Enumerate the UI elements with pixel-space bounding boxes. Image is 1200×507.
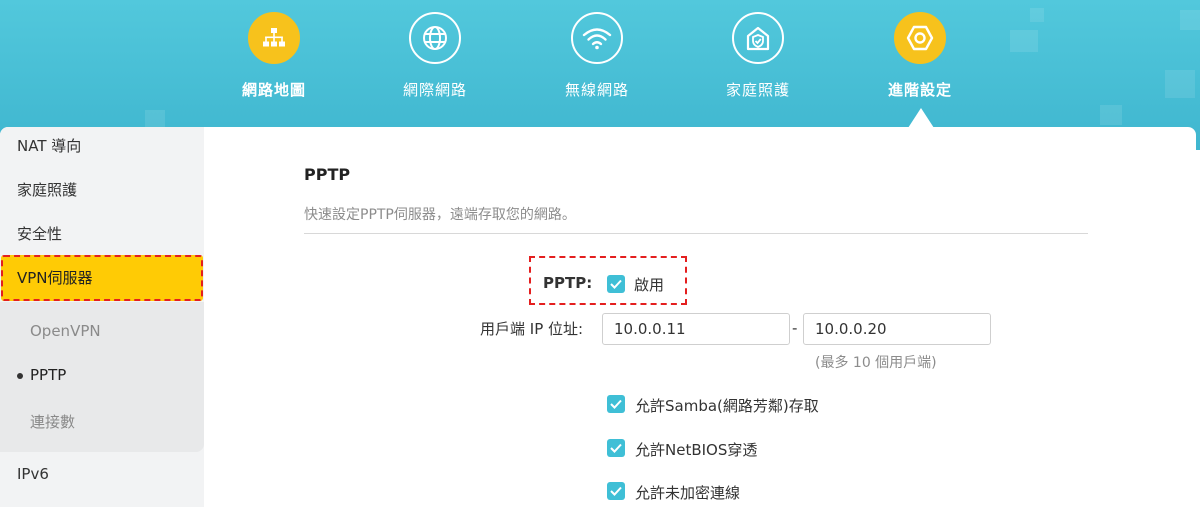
globe-icon: [409, 12, 461, 64]
sidebar-subitem-pptp[interactable]: PPTP: [30, 366, 66, 384]
home-shield-icon: [732, 12, 784, 64]
vpn-submenu: OpenVPN PPTP 連接數: [0, 302, 204, 452]
nav-label: 網際網路: [402, 81, 467, 99]
nav-item-network-map[interactable]: 網路地圖: [214, 12, 334, 102]
sidebar: NAT 導向 家庭照護 安全性 OpenVPN PPTP 連接數 VPN伺服器 …: [0, 127, 204, 507]
ip-range-separator: -: [792, 319, 798, 337]
unencrypted-checkbox[interactable]: [607, 482, 625, 500]
sidebar-item-homecare[interactable]: 家庭照護: [17, 179, 77, 200]
wifi-icon: [571, 12, 623, 64]
main-panel: NAT 導向 家庭照護 安全性 OpenVPN PPTP 連接數 VPN伺服器 …: [0, 127, 1196, 507]
nav-item-advanced[interactable]: 進階設定: [860, 12, 980, 102]
client-ip-label: 用戶端 IP 位址:: [480, 320, 584, 338]
active-nav-pointer: [908, 108, 934, 128]
nav-label: 進階設定: [887, 81, 952, 99]
enable-label: 啟用: [634, 276, 665, 294]
pptp-content: PPTP 快速設定PPTP伺服器，遠端存取您的網路。 PPTP: 啟用 用戶端 …: [204, 127, 1196, 507]
nav-label: 無線網路: [564, 81, 629, 99]
ip-hint: (最多 10 個用戶端): [815, 355, 937, 371]
nav-item-internet[interactable]: 網際網路: [375, 12, 495, 102]
nav-item-wireless[interactable]: 無線網路: [537, 12, 657, 102]
page-title: PPTP: [304, 165, 351, 184]
nav-item-homecare[interactable]: 家庭照護: [698, 12, 818, 102]
divider: [304, 233, 1088, 234]
netbios-checkbox[interactable]: [607, 439, 625, 457]
check-icon: [610, 279, 622, 289]
sidebar-item-ipv6[interactable]: IPv6: [17, 465, 49, 483]
ip-start-input[interactable]: [602, 313, 790, 345]
pptp-label: PPTP:: [543, 274, 593, 292]
ip-end-input[interactable]: [803, 313, 991, 345]
check-icon: [610, 486, 622, 496]
unencrypted-label: 允許未加密連線: [635, 484, 741, 502]
settings-gear-icon: [894, 12, 946, 64]
sidebar-item-security[interactable]: 安全性: [17, 223, 62, 244]
network-map-icon: [248, 12, 300, 64]
main-nav: 網路地圖 網際網路 無線網路 家庭照護 進階設定: [0, 0, 1200, 128]
active-bullet: [17, 373, 23, 379]
samba-checkbox[interactable]: [607, 395, 625, 413]
netbios-label: 允許NetBIOS穿透: [635, 441, 758, 459]
sidebar-subitem-connections[interactable]: 連接數: [30, 411, 75, 432]
sidebar-item-nat[interactable]: NAT 導向: [17, 135, 81, 156]
pptp-enable-checkbox[interactable]: [607, 275, 625, 293]
sidebar-item-vpn-server[interactable]: VPN伺服器: [17, 267, 93, 288]
page-subtitle: 快速設定PPTP伺服器，遠端存取您的網路。: [304, 207, 576, 223]
samba-label: 允許Samba(網路芳鄰)存取: [635, 397, 819, 415]
nav-label: 家庭照護: [725, 81, 790, 99]
check-icon: [610, 399, 622, 409]
check-icon: [610, 443, 622, 453]
nav-label: 網路地圖: [241, 81, 306, 99]
sidebar-subitem-openvpn[interactable]: OpenVPN: [30, 322, 101, 340]
